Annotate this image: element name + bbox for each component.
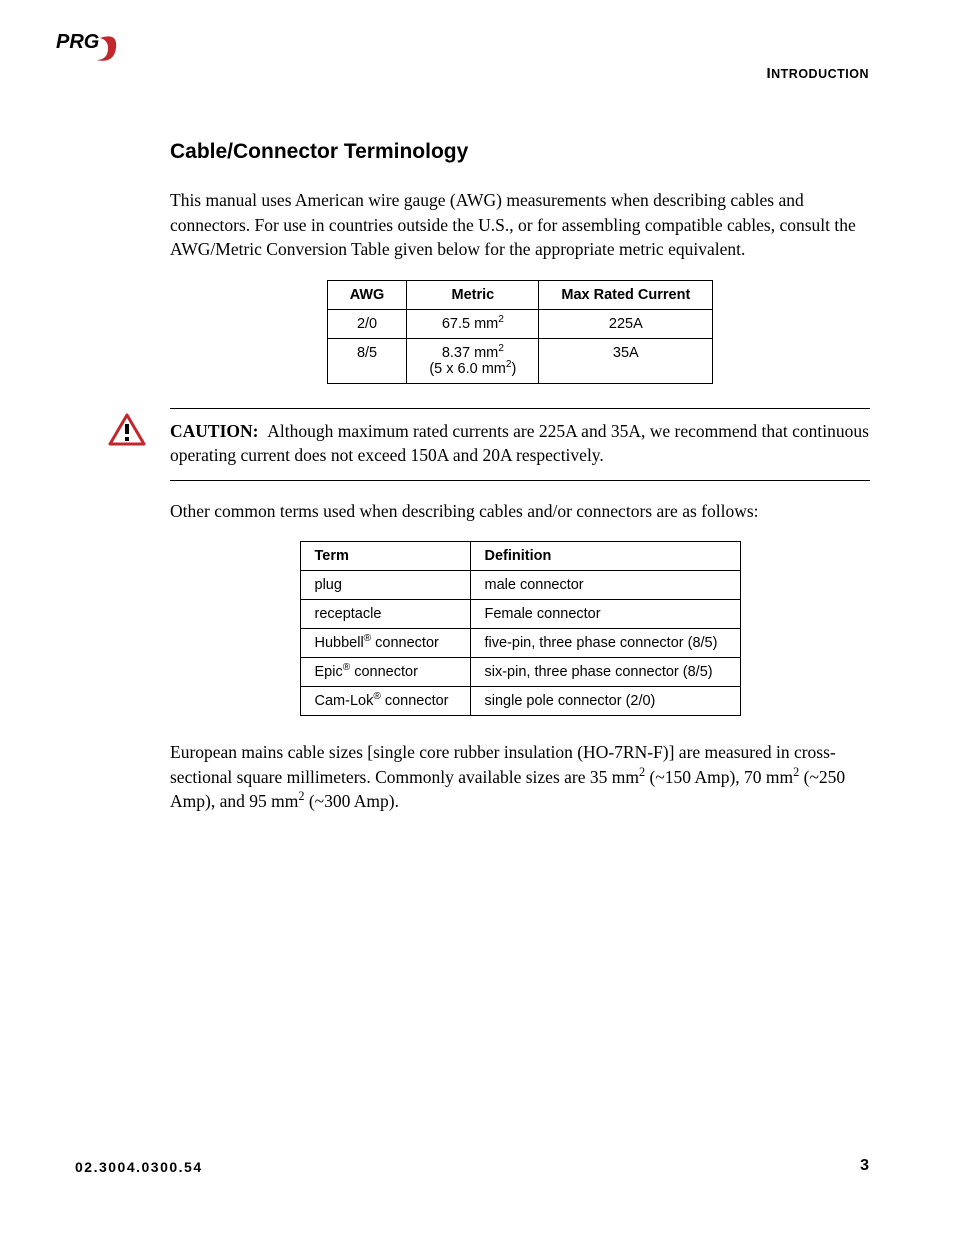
table-header-row: AWG Metric Max Rated Current	[327, 280, 713, 309]
table-row: receptacle Female connector	[300, 600, 740, 629]
table-row: Hubbell® connector five-pin, three phase…	[300, 629, 740, 658]
header-section-label: INTRODUCTION	[766, 65, 869, 82]
terms-table: Term Definition plug male connector rece…	[300, 541, 741, 716]
svg-text:PRG: PRG	[56, 31, 99, 53]
table-header-row: Term Definition	[300, 542, 740, 571]
awg-metric-table: AWG Metric Max Rated Current 2/0 67.5 mm…	[327, 280, 714, 384]
table-row: plug male connector	[300, 571, 740, 600]
warning-icon	[108, 413, 146, 452]
footer-page-number: 3	[860, 1157, 869, 1175]
euro-paragraph: European mains cable sizes [single core …	[170, 740, 870, 814]
col-max: Max Rated Current	[539, 280, 713, 309]
footer-doc-id: 02.3004.0300.54	[75, 1159, 203, 1175]
col-def: Definition	[470, 542, 740, 571]
caution-block: CAUTION: Although maximum rated currents…	[170, 408, 870, 481]
section-title: Cable/Connector Terminology	[170, 140, 870, 164]
intro-paragraph: This manual uses American wire gauge (AW…	[170, 188, 870, 262]
table-row: Cam-Lok® connector single pole connector…	[300, 687, 740, 716]
terms-intro: Other common terms used when describing …	[170, 499, 870, 524]
col-term: Term	[300, 542, 470, 571]
caution-text: CAUTION: Although maximum rated currents…	[170, 419, 870, 468]
table-row: 2/0 67.5 mm2 225A	[327, 309, 713, 338]
col-metric: Metric	[407, 280, 539, 309]
col-awg: AWG	[327, 280, 407, 309]
table-row: 8/5 8.37 mm2 (5 x 6.0 mm2) 35A	[327, 338, 713, 383]
table-row: Epic® connector six-pin, three phase con…	[300, 658, 740, 687]
prg-logo: PRG	[56, 30, 134, 71]
